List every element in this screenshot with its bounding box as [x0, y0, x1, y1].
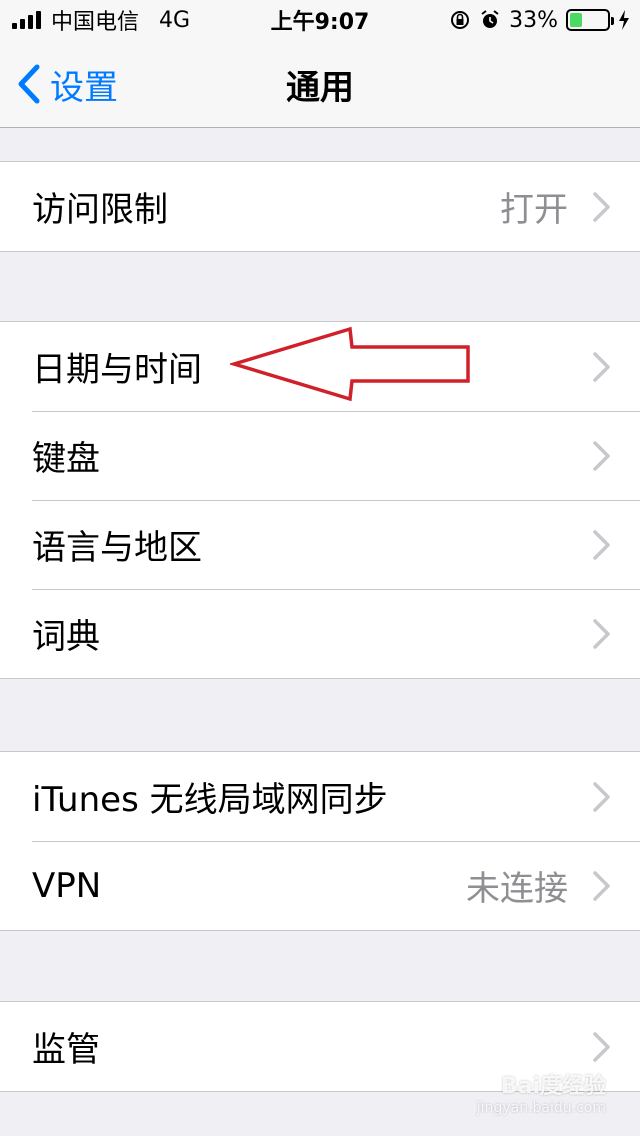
battery-percent: 33%: [509, 7, 558, 33]
row-restrictions[interactable]: 访问限制 打开: [0, 162, 640, 251]
row-detail: 未连接: [466, 869, 568, 909]
status-bar: 中国电信 4G 上午9:07 33%: [0, 0, 640, 40]
row-language-region[interactable]: 语言与地区: [0, 500, 640, 589]
chevron-right-icon: [593, 619, 610, 649]
page-title: 通用: [286, 67, 354, 108]
row-dictionary[interactable]: 词典: [0, 589, 640, 678]
watermark-url: jingyan.baidu.com: [476, 1100, 606, 1116]
annotation-arrow-icon: [230, 326, 470, 402]
row-keyboard[interactable]: 键盘: [0, 411, 640, 500]
navigation-bar: 设置 通用: [0, 40, 640, 128]
chevron-right-icon: [593, 782, 610, 812]
chevron-right-icon: [593, 441, 610, 471]
row-label: VPN: [32, 865, 102, 906]
row-label: iTunes 无线局域网同步: [32, 780, 388, 820]
row-label: 键盘: [32, 439, 100, 479]
chevron-right-icon: [593, 192, 610, 222]
settings-group-sync-vpn: iTunes 无线局域网同步 VPN 未连接: [0, 751, 640, 931]
chevron-right-icon: [593, 352, 610, 382]
status-right: 33%: [449, 0, 630, 40]
row-detail: 打开: [500, 190, 568, 230]
alarm-icon: [481, 10, 499, 28]
settings-group-restrictions: 访问限制 打开: [0, 161, 640, 252]
chevron-right-icon: [593, 530, 610, 560]
row-label: 语言与地区: [32, 528, 202, 568]
charging-bolt-icon: [619, 10, 629, 30]
chevron-right-icon: [593, 1032, 610, 1062]
row-label: 访问限制: [32, 190, 168, 230]
row-vpn[interactable]: VPN 未连接: [0, 841, 640, 930]
row-itunes-wifi-sync[interactable]: iTunes 无线局域网同步: [0, 752, 640, 841]
orientation-lock-icon: [451, 11, 470, 29]
row-label: 词典: [32, 617, 100, 657]
row-label: 日期与时间: [32, 350, 202, 390]
chevron-right-icon: [593, 871, 610, 901]
row-label: 监管: [32, 1030, 100, 1070]
battery-level: [570, 13, 582, 27]
watermark-text: Bai度经验: [500, 1074, 606, 1099]
baidu-watermark: Bai度经验 jingyan.baidu.com: [477, 1068, 606, 1116]
battery-icon: [566, 9, 614, 31]
